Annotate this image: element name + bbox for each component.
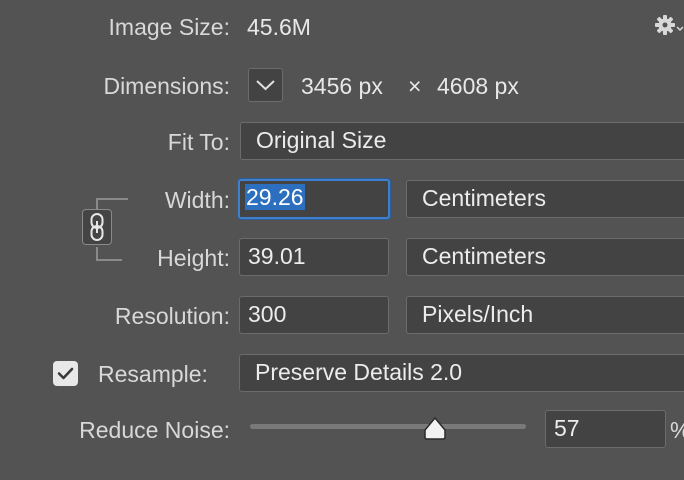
gear-icon <box>655 15 684 35</box>
height-input[interactable]: 39.01 <box>239 238 389 276</box>
reduce-noise-label: Reduce Noise: <box>79 417 230 443</box>
slider-thumb[interactable] <box>422 416 448 442</box>
resolution-unit-value: Pixels/Inch <box>422 301 534 327</box>
slider-track <box>250 424 526 429</box>
dimensions-width: 3456 px <box>301 73 383 99</box>
height-unit-value: Centimeters <box>422 243 546 269</box>
settings-menu-button[interactable] <box>654 14 684 38</box>
reduce-noise-value: 57 <box>554 415 580 441</box>
resample-method-dropdown[interactable]: Preserve Details 2.0 <box>239 354 684 392</box>
height-unit-dropdown[interactable]: Centimeters <box>406 238 684 276</box>
width-unit-dropdown[interactable]: Centimeters <box>406 180 684 218</box>
width-value: 29.26 <box>245 184 305 210</box>
reduce-noise-slider[interactable] <box>250 416 526 442</box>
dimensions-units-dropdown[interactable] <box>248 68 283 102</box>
reduce-noise-unit: % <box>670 416 684 444</box>
chevron-down-icon <box>256 80 275 91</box>
fit-to-value: Original Size <box>256 127 387 153</box>
resample-method-value: Preserve Details 2.0 <box>255 359 463 385</box>
constrain-proportions-button[interactable] <box>82 209 112 245</box>
height-value: 39.01 <box>248 243 306 269</box>
image-size-label: Image Size: <box>108 14 230 40</box>
dimensions-label: Dimensions: <box>103 73 230 99</box>
chain-link-icon <box>90 213 104 241</box>
resample-label: Resample: <box>98 361 208 387</box>
checkmark-icon <box>57 367 74 380</box>
resolution-unit-dropdown[interactable]: Pixels/Inch <box>406 296 684 334</box>
fit-to-label-text: Fit To: <box>167 129 230 155</box>
dimensions-height: 4608 px <box>437 73 519 99</box>
width-label: Width: <box>164 187 230 213</box>
dimensions-times: × <box>408 73 422 99</box>
resample-checkbox[interactable] <box>53 361 78 386</box>
height-label: Height: <box>157 245 230 271</box>
width-input[interactable]: 29.26 <box>238 179 390 219</box>
fit-to-dropdown[interactable]: Original Size <box>240 122 684 160</box>
resolution-input[interactable]: 300 <box>239 296 389 334</box>
width-unit-value: Centimeters <box>422 185 546 211</box>
resolution-label: Resolution: <box>114 303 230 329</box>
image-size-value: 45.6M <box>247 14 311 40</box>
reduce-noise-input[interactable]: 57 <box>545 410 666 448</box>
resolution-value: 300 <box>248 301 287 327</box>
